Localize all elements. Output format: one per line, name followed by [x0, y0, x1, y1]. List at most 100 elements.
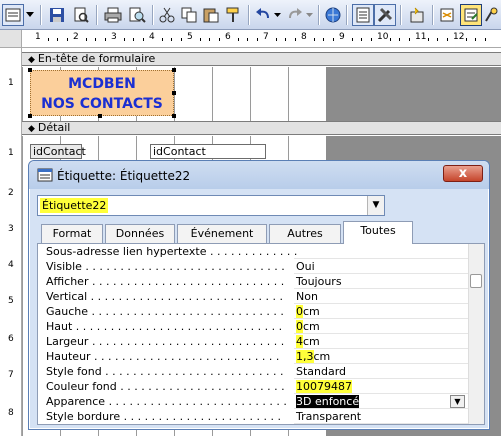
property-value-cell[interactable]	[294, 259, 468, 274]
property-row[interactable]: Visible . . . . . . . . . . . . . . . . …	[38, 259, 484, 274]
detail-textbox-idcontact[interactable]: idContact	[150, 144, 266, 159]
ruler-number: 9	[339, 32, 345, 42]
property-row[interactable]: Afficher . . . . . . . . . . . . . . . .…	[38, 274, 484, 289]
ruler-tick	[294, 38, 296, 41]
selection-handle[interactable]	[98, 114, 102, 118]
undo-icon[interactable]	[252, 4, 274, 26]
hyperlink-icon[interactable]	[322, 4, 344, 26]
tab-données[interactable]: Données	[105, 224, 175, 244]
ruler-tick	[237, 38, 239, 41]
property-row[interactable]: Haut . . . . . . . . . . . . . . . . . .…	[38, 319, 484, 334]
ruler-number: 6	[8, 334, 14, 344]
ruler-tick	[323, 38, 324, 41]
property-row[interactable]: Couleur fond . . . . . . . . . . . . . .…	[38, 379, 484, 394]
ruler-number: 4	[8, 260, 14, 270]
property-row[interactable]: Style fond . . . . . . . . . . . . . . .…	[38, 364, 484, 379]
redo-icon[interactable]	[284, 4, 306, 26]
selection-handle[interactable]	[172, 68, 176, 72]
selection-handle[interactable]	[172, 114, 176, 118]
tab-événement[interactable]: Événement	[177, 224, 267, 244]
property-value-cell[interactable]	[294, 334, 468, 349]
property-value-cell[interactable]	[294, 244, 468, 259]
property-name: Couleur fond . . . . . . . . . . . . . .…	[46, 380, 285, 393]
property-value: Standard	[296, 365, 347, 378]
print-preview-icon[interactable]	[126, 4, 148, 26]
selection-handle[interactable]	[172, 91, 176, 95]
ruler-tick	[171, 38, 172, 41]
tab-format[interactable]: Format	[41, 224, 103, 244]
toolbox-icon[interactable]	[374, 4, 396, 26]
format-painter-icon[interactable]	[222, 4, 244, 26]
ruler-corner[interactable]	[0, 30, 22, 48]
ruler-tick	[399, 38, 400, 41]
ruler-tick	[370, 38, 372, 41]
chevron-down-icon[interactable]: ▼	[367, 196, 384, 215]
object-selector-combo[interactable]: Étiquette22 ▼	[37, 195, 385, 216]
property-row[interactable]: Largeur . . . . . . . . . . . . . . . . …	[38, 334, 484, 349]
selection-handle[interactable]	[28, 68, 32, 72]
search-file-icon[interactable]	[70, 4, 92, 26]
property-name: Haut . . . . . . . . . . . . . . . . . .…	[46, 320, 283, 333]
properties-window-icon	[37, 168, 53, 182]
ruler-tick	[389, 38, 391, 41]
property-value-cell[interactable]	[294, 319, 468, 334]
toolbar	[0, 0, 501, 30]
ruler-number: 6	[225, 32, 231, 42]
property-name: Hauteur . . . . . . . . . . . . . . . . …	[46, 350, 280, 363]
arrow-down-icon: ◆	[28, 124, 35, 134]
properties-icon[interactable]	[460, 4, 482, 26]
ruler-number: 3	[8, 224, 14, 234]
property-name: Style bordure . . . . . . . . . . . . . …	[46, 410, 282, 423]
print-icon[interactable]	[102, 4, 124, 26]
property-row[interactable]: Style bordure . . . . . . . . . . . . . …	[38, 409, 484, 424]
ruler-number: 7	[263, 32, 269, 42]
detail-label-idcontact[interactable]: idContact	[30, 144, 86, 159]
property-value: 10079487	[296, 380, 352, 393]
tab-toutes[interactable]: Toutes	[343, 221, 413, 244]
chevron-down-icon[interactable]	[24, 4, 36, 26]
property-row[interactable]: Apparence . . . . . . . . . . . . . . . …	[38, 394, 484, 409]
property-value-cell[interactable]	[294, 304, 468, 319]
property-value-cell[interactable]	[294, 289, 468, 304]
section-header-detail[interactable]: ◆ Détail	[22, 121, 501, 135]
property-row[interactable]: Vertical . . . . . . . . . . . . . . . .…	[38, 289, 484, 304]
ruler-number: 7	[8, 370, 14, 380]
property-name: Largeur . . . . . . . . . . . . . . . . …	[46, 335, 285, 348]
section-header-formhead[interactable]: ◆ En-tête de formulaire	[22, 52, 501, 66]
property-sheet-dialog: Étiquette: Étiquette22 x Étiquette22 ▼ F…	[28, 160, 490, 430]
ruler-tick	[332, 38, 334, 41]
header-title-label[interactable]: MCDBEN NOS CONTACTS	[30, 70, 174, 116]
form-background	[326, 67, 501, 121]
ruler-tick	[275, 38, 277, 41]
selection-handle[interactable]	[28, 114, 32, 118]
copy-icon[interactable]	[178, 4, 200, 26]
close-button[interactable]: x	[443, 165, 483, 182]
ruler-number: 1	[8, 78, 14, 88]
property-name: Vertical . . . . . . . . . . . . . . . .…	[46, 290, 283, 303]
field-list-icon[interactable]	[352, 4, 374, 26]
object-selector-value: Étiquette22	[40, 198, 109, 213]
property-row[interactable]: Hauteur . . . . . . . . . . . . . . . . …	[38, 349, 484, 364]
chevron-down-icon[interactable]: ▼	[450, 395, 465, 408]
save-icon[interactable]	[46, 4, 68, 26]
ruler-number: 11	[415, 32, 427, 42]
undo-dropdown-icon[interactable]	[272, 4, 282, 26]
build-icon[interactable]	[482, 4, 500, 26]
paste-icon[interactable]	[200, 4, 222, 26]
ruler-tick	[180, 38, 182, 41]
property-row[interactable]: Gauche . . . . . . . . . . . . . . . . .…	[38, 304, 484, 319]
code-icon[interactable]	[436, 4, 458, 26]
property-name: Sous-adresse lien hypertexte . . . . . .…	[46, 245, 298, 258]
autoformat-icon[interactable]	[406, 4, 428, 26]
property-value: 0cm	[296, 320, 320, 333]
property-row[interactable]: Sous-adresse lien hypertexte . . . . . .…	[38, 244, 484, 259]
redo-dropdown-icon[interactable]	[304, 4, 314, 26]
tab-autres[interactable]: Autres	[269, 224, 341, 244]
ruler-tick	[361, 38, 362, 41]
cut-icon[interactable]	[156, 4, 178, 26]
property-value: 1,3cm	[296, 350, 331, 363]
dialog-titlebar[interactable]: Étiquette: Étiquette22 x	[29, 161, 489, 189]
ruler-number: 10	[377, 32, 389, 42]
ruler-tick	[446, 38, 448, 41]
form-view-icon[interactable]	[2, 4, 24, 26]
